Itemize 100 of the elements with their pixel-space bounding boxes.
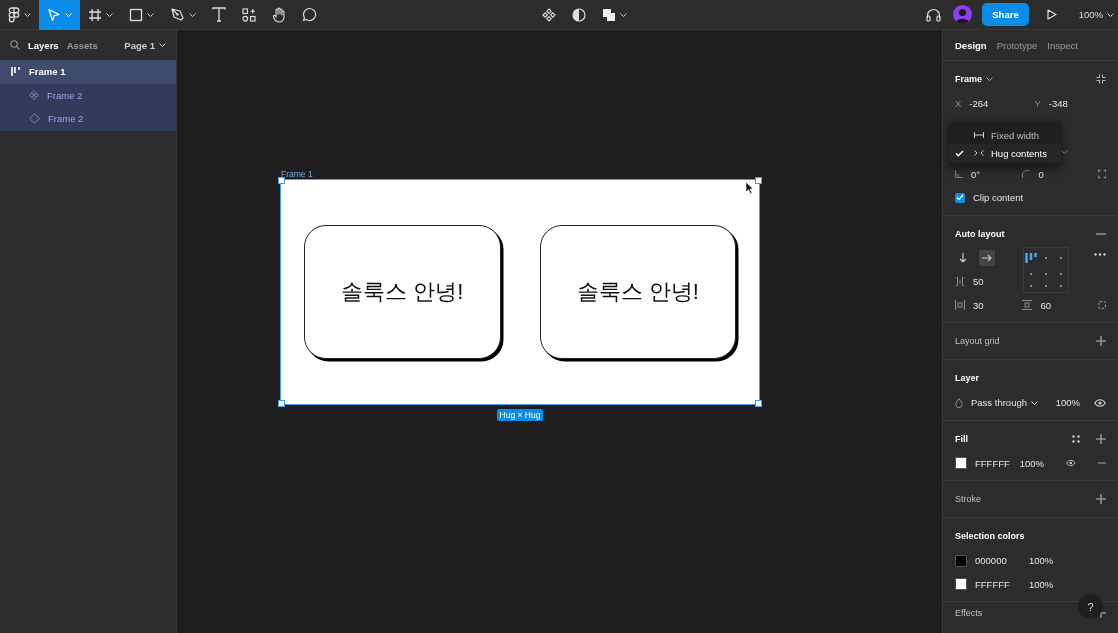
vertical-padding-field[interactable]: 60	[1040, 299, 1051, 311]
comment-icon	[302, 7, 317, 22]
fixed-width-icon	[974, 132, 984, 138]
x-field[interactable]: -264	[969, 98, 989, 110]
resources-icon	[242, 7, 256, 22]
section-title: Auto layout	[955, 228, 1005, 239]
styles-icon[interactable]	[1072, 434, 1080, 443]
checkmark-icon	[955, 149, 964, 157]
hex-field[interactable]: FFFFFF	[975, 578, 1021, 590]
cursor-icon	[745, 181, 754, 194]
blend-mode-dropdown[interactable]: Pass through	[971, 397, 1038, 409]
resize-handle[interactable]	[278, 177, 285, 184]
resize-handle[interactable]	[755, 400, 762, 407]
color-swatch[interactable]	[955, 578, 967, 591]
arrow-right-icon[interactable]	[979, 250, 995, 267]
page-dropdown[interactable]: Page 1	[124, 39, 166, 51]
drop-icon	[955, 397, 963, 408]
more-icon[interactable]	[1094, 252, 1106, 256]
caret-icon	[159, 43, 166, 47]
card-text: 솔룩스 안녕!	[341, 278, 464, 306]
eye-icon[interactable]	[1066, 459, 1076, 468]
menu-item[interactable]: Hug contents	[949, 144, 1061, 162]
rectangle-icon	[129, 7, 143, 22]
pointer-icon	[47, 7, 61, 22]
layer-item[interactable]: Frame 2	[0, 83, 176, 107]
hex-field[interactable]: 000000	[975, 555, 1021, 567]
spacing-field[interactable]: 50	[973, 276, 984, 288]
plus-icon[interactable]	[1096, 494, 1106, 504]
layer-item[interactable]: Frame 1	[0, 60, 176, 84]
union-icon	[602, 7, 616, 22]
padding-icon	[955, 300, 965, 311]
hand-icon	[272, 6, 286, 23]
section-title[interactable]: Frame	[955, 74, 982, 84]
field-label: X	[955, 98, 962, 110]
menu-item[interactable]: Fixed width	[949, 126, 1061, 144]
logo-icon	[8, 6, 20, 23]
plus-icon[interactable]	[1096, 336, 1106, 346]
minus-icon[interactable]	[1098, 462, 1106, 465]
section-title: Layout grid	[955, 336, 1000, 346]
size-badge: Hug × Hug	[496, 409, 544, 421]
component-icon	[542, 7, 556, 22]
search-icon[interactable]	[10, 40, 20, 50]
plus-icon[interactable]	[1096, 433, 1106, 444]
panel-tab[interactable]: Assets	[66, 39, 98, 51]
play-icon[interactable]	[1046, 9, 1057, 20]
minus-icon[interactable]	[1096, 232, 1106, 235]
avatar-icon[interactable]	[953, 5, 973, 24]
card-text: 솔룩스 안녕!	[576, 278, 699, 306]
pen-icon	[170, 7, 185, 22]
auto-layout-icon	[11, 67, 21, 77]
opacity-field[interactable]: 100%	[1055, 397, 1080, 409]
text-tool-icon	[212, 7, 226, 22]
caret-icon	[1061, 150, 1068, 155]
help-button[interactable]: ?	[1078, 594, 1103, 619]
resize-to-fit-icon[interactable]	[1096, 74, 1106, 84]
padding-icon	[1022, 300, 1033, 311]
selected-frame[interactable]: 솔룩스 안녕! 솔룩스 안녕!	[281, 180, 759, 404]
checkbox[interactable]	[955, 192, 965, 203]
checkbox-label: Clip content	[973, 192, 1024, 204]
section-title: Layer	[955, 373, 980, 383]
share-button[interactable]: Share	[982, 3, 1029, 26]
section-title: Selection colors	[955, 531, 1025, 541]
opacity-field[interactable]: 100%	[1029, 578, 1054, 590]
section-title: Effects	[955, 608, 983, 618]
text-card[interactable]: 솔룩스 안녕!	[304, 225, 501, 359]
diamond-icon	[29, 113, 40, 125]
horizontal-padding-field[interactable]: 30	[973, 299, 984, 311]
panel-tab[interactable]: Layers	[28, 39, 59, 51]
color-swatch[interactable]	[955, 554, 967, 567]
radius-field[interactable]: 0	[1038, 168, 1044, 180]
caret-icon	[1031, 400, 1038, 405]
field-label: Y	[1034, 98, 1041, 110]
zoom-dropdown[interactable]: 100%	[1078, 9, 1114, 20]
spacing-icon	[955, 277, 965, 287]
hug-icon	[974, 150, 984, 156]
rotation-field[interactable]: 0°	[971, 168, 981, 180]
alignment-bars-icon[interactable]	[1025, 252, 1038, 263]
panel-tab[interactable]: Design	[955, 39, 987, 51]
caret-icon	[986, 77, 993, 81]
opacity-field[interactable]: 100%	[1029, 555, 1054, 567]
section-title: Fill	[955, 433, 968, 444]
frame-label[interactable]: Frame 1	[281, 169, 313, 179]
section-title: Stroke	[955, 494, 981, 504]
opacity-field[interactable]: 100%	[1019, 457, 1045, 469]
panel-tab[interactable]: Prototype	[996, 39, 1038, 51]
panel-tab[interactable]: Inspect	[1047, 39, 1078, 51]
text-card[interactable]: 솔룩스 안녕!	[539, 225, 736, 359]
corners-icon[interactable]	[1097, 169, 1106, 180]
resize-handle[interactable]	[755, 177, 762, 184]
contrast-icon	[572, 7, 586, 22]
corner-radius-icon	[1022, 170, 1031, 179]
hex-field[interactable]: FFFFFF	[975, 457, 1012, 469]
y-field[interactable]: -348	[1048, 98, 1068, 110]
headphones-icon[interactable]	[926, 7, 942, 22]
resizing-icon[interactable]	[1097, 300, 1106, 311]
layer-item[interactable]: Frame 2	[0, 107, 176, 131]
eye-icon[interactable]	[1094, 398, 1106, 407]
color-swatch[interactable]	[955, 457, 967, 470]
frame-icon	[88, 7, 102, 22]
resize-handle[interactable]	[278, 400, 285, 407]
